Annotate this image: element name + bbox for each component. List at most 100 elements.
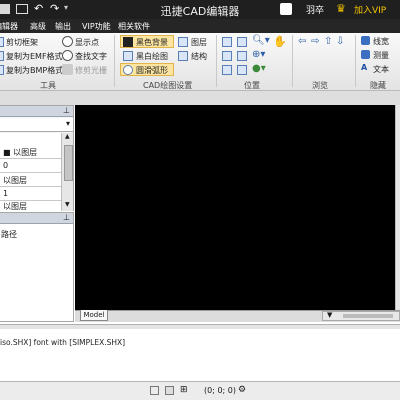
file-panel-header: ⊥ (0, 213, 73, 224)
up-icon[interactable]: ⇧ (324, 36, 332, 47)
group-divider (114, 35, 115, 87)
group-divider (292, 35, 293, 87)
zoom-dropdown-icon[interactable]: 🔍︎▾ (252, 35, 270, 46)
layers-button[interactable]: 图层 (191, 37, 207, 48)
menu-item-advanced[interactable]: 高级 (30, 21, 46, 32)
color-dropdown-icon[interactable]: ●▾ (252, 63, 266, 74)
title-bar: ↶ ↷ ▾ 迅捷CAD编辑器 羽卒 ♛ 加入VIP (0, 0, 400, 19)
hide-group-label: 隐藏 (370, 81, 386, 90)
black-white-drawing-icon (123, 51, 133, 61)
status-bar: ⊞ (0; 0; 0) ⚙ (0, 381, 400, 400)
horizontal-scrollbar[interactable]: ▼ (322, 311, 400, 321)
file-panel: ⊥ 路径 (0, 212, 74, 322)
chevron-down-icon: ▾ (65, 119, 70, 128)
clip-frame-button[interactable]: 剪切框架 (6, 37, 38, 48)
structure-button[interactable]: 结构 (191, 51, 207, 62)
pan-icon[interactable] (237, 65, 247, 75)
drawing-canvas[interactable] (75, 105, 395, 312)
browse-group-label: 浏览 (312, 81, 328, 90)
fit-icon[interactable] (222, 51, 232, 61)
forward-icon[interactable]: ⇨ (311, 36, 319, 47)
back-icon[interactable]: ⇦ (298, 36, 306, 47)
copy-bmp-button[interactable]: 复制为BMP格式 (6, 65, 63, 76)
canvas-vertical-scrollbar[interactable] (395, 105, 400, 312)
path-label: 路径 (1, 230, 17, 239)
group-divider (355, 35, 356, 87)
grid-cell: 以图层 (3, 176, 27, 185)
smooth-arc-icon (123, 65, 133, 75)
grid-cell: ■ 以图层 (3, 148, 38, 157)
text-icon: A (361, 63, 368, 72)
hand-icon[interactable]: ✋ (273, 35, 287, 48)
zoom-in-dropdown-icon[interactable]: ⊕▾ (252, 49, 265, 60)
structure-icon (178, 51, 188, 61)
copy-emf-button[interactable]: 复制为EMF格式 (6, 51, 63, 62)
grid-toggle-icon[interactable] (165, 386, 174, 395)
scrollbar-thumb[interactable] (343, 314, 393, 318)
cad-settings-group-label: CAD绘图设置 (143, 81, 193, 90)
show-points-icon (62, 36, 73, 47)
black-background-icon (123, 37, 133, 47)
copy-bmp-icon (0, 65, 4, 75)
ortho-icon[interactable]: ⊞ (180, 385, 188, 395)
scrollbar-thumb[interactable] (64, 145, 73, 181)
center-icon[interactable] (237, 51, 247, 61)
layers-icon (178, 37, 188, 47)
user-name[interactable]: 羽卒 (306, 3, 324, 16)
smooth-arc-button[interactable]: 圆滑弧形 (136, 65, 168, 76)
property-grid: ■ 以图层 0 以图层 1 以图层 ▲ ▼ (0, 133, 73, 215)
properties-panel-header: ⊥ (0, 106, 73, 117)
grid-cell: 以图层 (3, 202, 27, 211)
trim-raster-button[interactable]: 修剪光栅 (75, 65, 107, 76)
zoom-extents-icon[interactable] (237, 37, 247, 47)
text-button[interactable]: 文本 (373, 64, 389, 75)
down-icon[interactable]: ⇩ (336, 36, 344, 47)
workspace-background (0, 91, 400, 105)
ribbon: 剪切框架 复制为EMF格式 复制为BMP格式 显示点 查找文字 修剪光栅 工具 … (0, 33, 400, 91)
vertical-scrollbar[interactable]: ▲ ▼ (61, 133, 73, 211)
show-points-button[interactable]: 显示点 (75, 37, 99, 48)
pin-icon[interactable]: ⊥ (63, 213, 70, 222)
coordinates-readout: (0; 0; 0) (204, 386, 236, 395)
command-line: iso.SHX] font with [SIMPLEX.SHX] (0, 338, 126, 347)
find-text-button[interactable]: 查找文字 (75, 51, 107, 62)
settings-icon[interactable]: ⚙ (238, 385, 246, 395)
group-divider (216, 35, 217, 87)
grid-row[interactable]: 0 (0, 159, 61, 173)
crown-icon: ♛ (336, 2, 346, 15)
measure-button[interactable]: 测量 (373, 50, 389, 61)
join-vip-link[interactable]: 加入VIP (354, 3, 386, 16)
grid-cell: 0 (3, 161, 9, 170)
pin-icon[interactable]: ⊥ (63, 106, 70, 115)
clip-frame-icon (0, 37, 4, 47)
position-group-label: 位置 (244, 81, 260, 90)
scroll-down-icon[interactable]: ▼ (65, 201, 70, 208)
properties-panel: ⊥ ▾ ■ 以图层 0 以图层 1 以图层 ▲ ▼ (0, 105, 74, 215)
command-output: iso.SHX] font with [SIMPLEX.SHX] (0, 329, 400, 379)
menu-item-related-software[interactable]: 相关软件 (118, 21, 150, 32)
measure-icon (361, 50, 370, 59)
trim-raster-icon (62, 64, 73, 75)
tab-model[interactable]: Model (80, 310, 108, 321)
scroll-up-icon[interactable]: ▲ (65, 133, 70, 140)
menu-item-vip[interactable]: VIP功能 (82, 21, 111, 32)
scroll-left-icon[interactable]: ▼ (327, 311, 332, 319)
menu-item-editor[interactable]: 编辑器 (0, 21, 18, 32)
grid-row[interactable]: 1 (0, 187, 61, 201)
zoom-window-icon[interactable] (222, 37, 232, 47)
menu-item-output[interactable]: 输出 (55, 21, 71, 32)
line-width-button[interactable]: 线宽 (373, 36, 389, 47)
tools-group-label: 工具 (40, 81, 56, 90)
black-background-button[interactable]: 黑色背景 (136, 37, 168, 48)
line-width-icon (361, 36, 370, 45)
grid-row[interactable]: ■ 以图层 (0, 145, 61, 159)
copy-emf-icon (0, 51, 4, 61)
properties-dropdown[interactable]: ▾ (0, 118, 73, 132)
grid-row[interactable]: 以图层 (0, 173, 61, 187)
snap-icon[interactable] (150, 386, 159, 395)
menu-bar: 编辑器 高级 输出 VIP功能 相关软件 (0, 19, 400, 33)
find-text-icon (62, 50, 73, 61)
user-avatar-icon[interactable] (280, 3, 292, 15)
black-white-drawing-button[interactable]: 黑白绘图 (136, 51, 168, 62)
grid-icon[interactable] (222, 65, 232, 75)
